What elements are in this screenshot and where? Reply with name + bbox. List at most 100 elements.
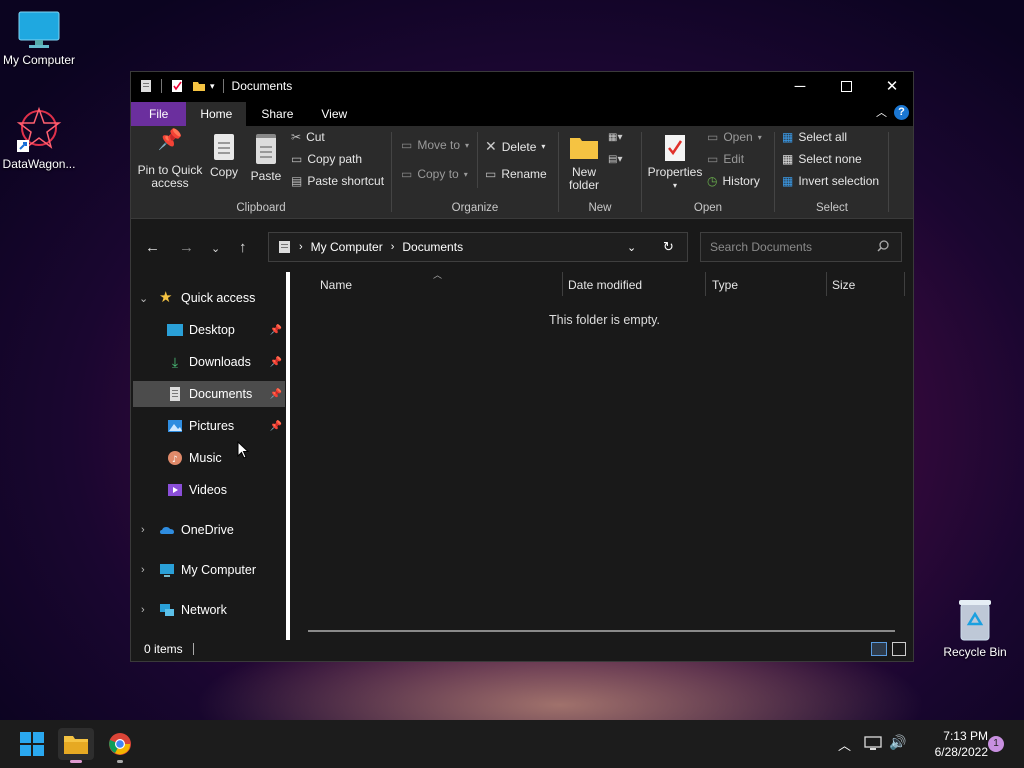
column-date-modified[interactable]: Date modified bbox=[568, 278, 642, 292]
column-divider[interactable] bbox=[562, 272, 563, 296]
open-button[interactable]: ▭ Open ▾ bbox=[707, 130, 762, 144]
maximize-button[interactable] bbox=[823, 72, 869, 100]
active-indicator bbox=[70, 760, 82, 763]
column-type[interactable]: Type bbox=[712, 278, 738, 292]
copy-path-button[interactable]: ▭ Copy path bbox=[291, 152, 362, 166]
delete-label: Delete bbox=[501, 139, 537, 154]
help-icon[interactable]: ? bbox=[894, 105, 909, 120]
new-item-icon[interactable]: ▦▾ bbox=[608, 132, 622, 143]
recent-locations-chevron-icon[interactable]: ⌄ bbox=[211, 242, 220, 255]
delete-button[interactable]: ✕ Delete ▾ bbox=[485, 138, 545, 155]
forward-arrow-icon[interactable]: → bbox=[179, 239, 194, 256]
delete-x-icon: ✕ bbox=[485, 138, 497, 154]
search-input[interactable]: Search Documents bbox=[700, 232, 902, 262]
desktop-icon-label: My Computer bbox=[2, 53, 76, 67]
horizontal-scrollbar[interactable] bbox=[308, 630, 895, 632]
paste-label: Paste bbox=[250, 169, 282, 183]
tab-share[interactable]: Share bbox=[246, 102, 308, 126]
nav-item-desktop[interactable]: Desktop 📌 bbox=[133, 317, 285, 343]
clipboard-group: 📌 Pin to Quick access Copy Paste ✂ Cut ▭ C… bbox=[131, 126, 391, 218]
select-none-button[interactable]: ▦ Select none bbox=[782, 152, 862, 166]
refresh-icon[interactable]: ↻ bbox=[663, 239, 674, 255]
nav-item-downloads[interactable]: ⤓ Downloads 📌 bbox=[133, 349, 285, 375]
desktop-icon-my-computer[interactable]: My Computer bbox=[0, 10, 81, 67]
clock[interactable]: 7:13 PM 6/28/2022 bbox=[912, 728, 988, 760]
taskbar-chrome[interactable] bbox=[102, 728, 138, 763]
pane-splitter[interactable] bbox=[286, 272, 290, 640]
rename-button[interactable]: ▭ Rename bbox=[485, 167, 547, 181]
nav-item-videos[interactable]: Videos bbox=[133, 477, 285, 503]
column-divider[interactable] bbox=[705, 272, 706, 296]
expand-chevron-icon[interactable]: › bbox=[141, 604, 145, 616]
monitor-icon bbox=[159, 562, 175, 578]
properties-checkmark-icon[interactable] bbox=[170, 79, 184, 93]
nav-quick-access[interactable]: ⌄ ★ Quick access bbox=[133, 285, 285, 311]
pin-label-line2: access bbox=[151, 176, 189, 190]
close-icon: ✕ bbox=[885, 78, 899, 95]
address-dropdown-icon[interactable]: ⌄ bbox=[627, 241, 636, 254]
nav-label: Network bbox=[181, 603, 227, 617]
expand-chevron-icon[interactable]: › bbox=[141, 524, 145, 536]
datawagon-icon bbox=[15, 106, 63, 154]
pin-to-quick-access-button[interactable]: 📌 Pin to Quick access bbox=[137, 130, 203, 190]
edit-button[interactable]: ▭ Edit bbox=[707, 152, 744, 166]
show-hidden-icons-chevron-icon[interactable]: ︿ bbox=[838, 735, 851, 754]
nav-item-documents[interactable]: Documents 📌 bbox=[133, 381, 285, 407]
nav-onedrive[interactable]: › OneDrive bbox=[133, 517, 285, 543]
expand-chevron-icon[interactable]: ⌄ bbox=[139, 292, 148, 305]
expand-chevron-icon[interactable]: › bbox=[141, 564, 145, 576]
desktop-icon-datawagon[interactable]: DataWagon... bbox=[0, 106, 81, 171]
new-folder-icon[interactable] bbox=[192, 79, 206, 93]
new-folder-button[interactable]: New folder bbox=[566, 134, 602, 192]
column-name[interactable]: Name bbox=[320, 278, 352, 292]
collapse-ribbon-icon[interactable]: ︿ bbox=[876, 104, 887, 120]
up-arrow-icon[interactable]: ↑ bbox=[239, 239, 247, 256]
breadcrumb-documents[interactable]: Documents bbox=[402, 240, 463, 254]
copy-button[interactable]: Copy bbox=[207, 134, 241, 179]
tab-file[interactable]: File bbox=[131, 102, 187, 126]
invert-selection-button[interactable]: ▦ Invert selection bbox=[782, 174, 879, 188]
organize-group: ▭ Move to ▾ ▭ Copy to ▾ ✕ Delete ▾ ▭ Rename Org… bbox=[393, 126, 557, 218]
running-indicator bbox=[117, 760, 123, 763]
nav-network[interactable]: › Network bbox=[133, 597, 285, 623]
title-bar[interactable]: ▾ Documents ─ ✕ bbox=[131, 72, 913, 100]
breadcrumb-my-computer[interactable]: My Computer bbox=[311, 240, 383, 254]
notification-badge[interactable]: 1 bbox=[988, 736, 1004, 752]
tab-view[interactable]: View bbox=[308, 102, 360, 126]
start-button[interactable] bbox=[14, 728, 50, 760]
move-to-button[interactable]: ▭ Move to ▾ bbox=[401, 138, 469, 152]
minimize-button[interactable]: ─ bbox=[777, 72, 823, 100]
nav-item-pictures[interactable]: Pictures 📌 bbox=[133, 413, 285, 439]
back-arrow-icon[interactable]: ← bbox=[145, 239, 160, 256]
address-bar[interactable]: › My Computer › Documents ⌄ ↻ bbox=[268, 232, 688, 262]
cut-button[interactable]: ✂ Cut bbox=[291, 130, 325, 144]
volume-icon[interactable]: 🔊 bbox=[889, 734, 906, 751]
column-size[interactable]: Size bbox=[832, 278, 855, 292]
history-button[interactable]: ◷ History bbox=[707, 174, 760, 188]
paste-shortcut-button[interactable]: ▤ Paste shortcut bbox=[291, 174, 384, 188]
taskbar-file-explorer[interactable] bbox=[58, 728, 94, 763]
windows-logo-icon bbox=[20, 732, 44, 756]
copy-path-icon: ▭ bbox=[291, 152, 303, 166]
details-view-icon[interactable] bbox=[871, 642, 887, 656]
customize-quick-access-icon[interactable]: ▾ bbox=[210, 81, 215, 92]
nav-item-music[interactable]: ♪ Music bbox=[133, 445, 285, 471]
large-icons-view-icon[interactable] bbox=[892, 642, 906, 656]
nav-my-computer[interactable]: › My Computer bbox=[133, 557, 285, 583]
properties-button[interactable]: Properties ▾ bbox=[647, 134, 703, 192]
sort-ascending-icon: ︿ bbox=[433, 270, 443, 280]
column-divider[interactable] bbox=[826, 272, 827, 296]
network-status-icon[interactable] bbox=[864, 736, 882, 752]
select-all-button[interactable]: ▦ Select all bbox=[782, 130, 847, 144]
breadcrumb-separator-icon[interactable]: › bbox=[391, 241, 395, 253]
close-button[interactable]: ✕ bbox=[869, 72, 915, 100]
edit-label: Edit bbox=[723, 152, 745, 166]
column-headers: ︿ Name Date modified Type Size bbox=[291, 270, 907, 298]
copy-to-button[interactable]: ▭ Copy to ▾ bbox=[401, 167, 468, 181]
tab-home[interactable]: Home bbox=[186, 102, 247, 126]
easy-access-icon[interactable]: ▤▾ bbox=[608, 154, 622, 165]
column-divider[interactable] bbox=[904, 272, 905, 296]
desktop-icon-recycle-bin[interactable]: Recycle Bin bbox=[933, 596, 1017, 659]
paste-button[interactable]: Paste bbox=[249, 134, 283, 183]
navigation-pane: ⌄ ★ Quick access Desktop 📌 ⤓ Downloads 📌… bbox=[131, 272, 287, 640]
